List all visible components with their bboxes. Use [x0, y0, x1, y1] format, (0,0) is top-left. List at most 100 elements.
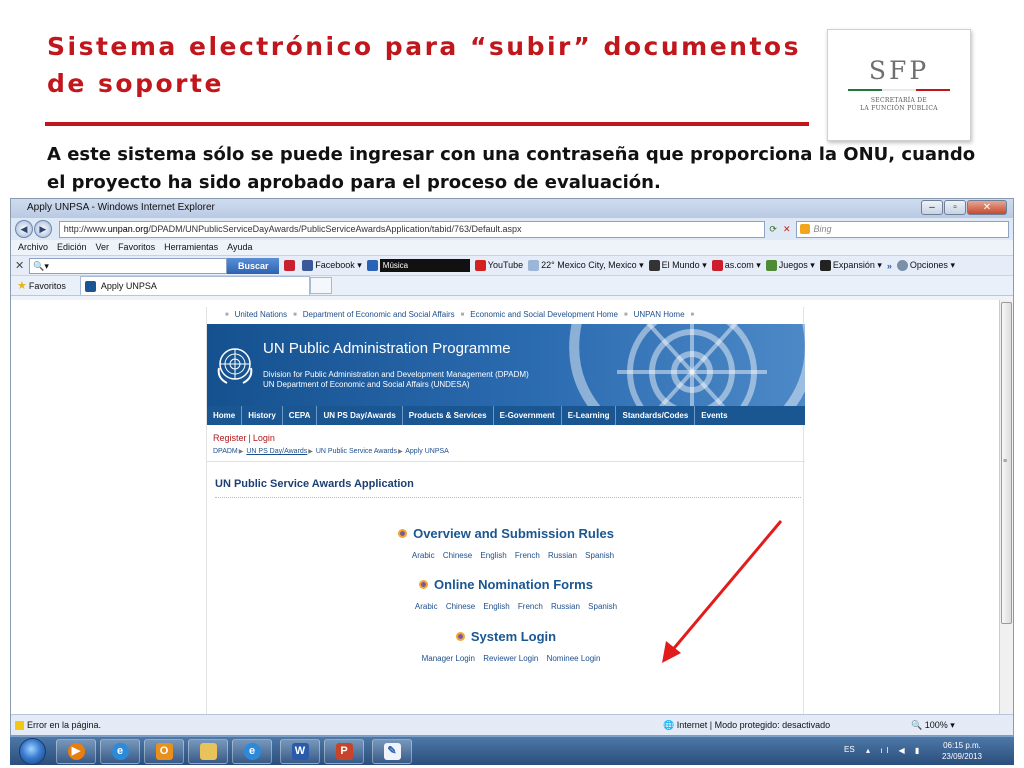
nav-cepa[interactable]: CEPA: [283, 406, 318, 425]
forms-arabic[interactable]: Arabic: [415, 602, 438, 611]
tab-apply-unpsa[interactable]: Apply UNPSA: [79, 276, 310, 295]
warning-icon: [15, 721, 24, 731]
scrollbar-grip-icon: ≡: [1003, 458, 1008, 465]
status-error[interactable]: Error en la página.: [15, 715, 101, 735]
overview-spanish[interactable]: Spanish: [585, 551, 614, 560]
journal-icon: ✎: [383, 743, 401, 760]
unpan-favicon-icon: [84, 280, 96, 292]
toolbar-options[interactable]: Opciones ▾: [896, 260, 955, 272]
overview-russian[interactable]: Russian: [548, 551, 577, 560]
forms-chinese[interactable]: Chinese: [446, 602, 475, 611]
nav-home[interactable]: Home: [207, 406, 243, 425]
minimize-button[interactable]: –: [921, 200, 943, 215]
search-toolbar: ✕ 🔍▾ Buscar Facebook ▾ Música YouTube 22…: [11, 255, 1013, 276]
vertical-scrollbar[interactable]: ≡: [999, 300, 1013, 714]
taskbar-internet-explorer[interactable]: e: [100, 739, 140, 764]
unpan-banner: UN Public Administration Programme Divis…: [207, 324, 805, 406]
reviewer-login-link[interactable]: Reviewer Login: [483, 654, 538, 663]
tray-icons[interactable]: ▴ ıl ◀ ▮: [866, 746, 923, 755]
address-bar: ◀ ▶ http://www.unpan.org/DPADM/UNPublicS…: [11, 218, 1013, 240]
forward-button[interactable]: ▶: [33, 220, 52, 238]
taskbar-media-player[interactable]: ▶: [56, 739, 96, 764]
toolbar-expansion[interactable]: Expansión ▾: [819, 260, 882, 272]
link-desa[interactable]: Department of Economic and Social Affair…: [303, 307, 455, 323]
nominee-login-link[interactable]: Nominee Login: [547, 654, 601, 663]
breadcrumb-ps-awards[interactable]: UN Public Service Awards: [316, 448, 397, 455]
new-tab-button[interactable]: [309, 277, 332, 294]
taskbar-explorer[interactable]: [188, 739, 228, 764]
breadcrumb-apply-unpsa[interactable]: Apply UNPSA: [405, 448, 449, 455]
banner-subtitle-1: Division for Public Administration and D…: [263, 370, 529, 379]
toolbar-elmundo[interactable]: El Mundo ▾: [648, 260, 707, 272]
toolbar-search-input[interactable]: 🔍▾: [29, 257, 228, 274]
link-united-nations[interactable]: United Nations: [235, 307, 287, 323]
taskbar-word[interactable]: W: [280, 739, 320, 764]
forms-spanish[interactable]: Spanish: [588, 602, 617, 611]
register-link[interactable]: Register: [213, 433, 247, 443]
forms-russian[interactable]: Russian: [551, 602, 580, 611]
status-zoom[interactable]: 🔍 100% ▾: [911, 715, 955, 735]
menu-favoritos[interactable]: Favoritos: [118, 240, 155, 255]
nav-ps-day-awards[interactable]: UN PS Day/Awards: [317, 406, 403, 425]
close-toolbar-icon[interactable]: ✕: [15, 259, 24, 272]
toolbar-music[interactable]: Música: [366, 259, 470, 272]
menu-bar: Archivo Edición Ver Favoritos Herramient…: [11, 240, 1013, 255]
link-unpan-home[interactable]: UNPAN Home: [634, 307, 685, 323]
ie-icon: e: [111, 743, 129, 760]
toolbar-more-icon[interactable]: »: [887, 261, 892, 271]
stop-icon[interactable]: ✕: [783, 224, 791, 235]
toolbar-facebook[interactable]: Facebook ▾: [302, 260, 362, 272]
menu-ver[interactable]: Ver: [96, 240, 110, 255]
favorites-bar: ★ Favoritos Apply UNPSA: [11, 276, 1013, 296]
language-indicator[interactable]: ES: [844, 745, 855, 754]
clock[interactable]: 06:15 p.m. 23/09/2013: [932, 740, 992, 762]
ask-icon[interactable]: [284, 260, 297, 272]
taskbar-outlook[interactable]: O: [144, 739, 184, 764]
toolbar-juegos[interactable]: Juegos ▾: [765, 260, 815, 272]
taskbar-internet-explorer-2[interactable]: e: [232, 739, 272, 764]
nav-e-government[interactable]: E-Government: [494, 406, 562, 425]
refresh-icon[interactable]: ⟳: [769, 224, 777, 235]
bing-search-input[interactable]: Bing: [796, 220, 1009, 238]
maximize-button[interactable]: ▫: [944, 200, 966, 215]
menu-edicion[interactable]: Edición: [57, 240, 87, 255]
bullet-icon: [455, 632, 465, 641]
breadcrumb-ps-day-awards[interactable]: UN PS Day/Awards: [246, 448, 307, 455]
forms-french[interactable]: French: [518, 602, 543, 611]
toolbar-ascom[interactable]: as.com ▾: [711, 260, 761, 272]
close-window-button[interactable]: ✕: [967, 200, 1007, 215]
toolbar-youtube[interactable]: YouTube: [474, 260, 523, 272]
overview-chinese[interactable]: Chinese: [443, 551, 472, 560]
menu-herramientas[interactable]: Herramientas: [164, 240, 218, 255]
login-link[interactable]: Login: [253, 433, 275, 443]
nav-standards-codes[interactable]: Standards/Codes: [616, 406, 696, 425]
overview-arabic[interactable]: Arabic: [412, 551, 435, 560]
menu-ayuda[interactable]: Ayuda: [227, 240, 252, 255]
section-title[interactable]: Online Nomination Forms: [434, 577, 593, 592]
section-title[interactable]: Overview and Submission Rules: [413, 526, 614, 541]
nav-e-learning[interactable]: E-Learning: [562, 406, 617, 425]
menu-archivo[interactable]: Archivo: [18, 240, 48, 255]
address-actions: ⟳ ✕: [769, 224, 790, 235]
browser-window: Apply UNPSA - Windows Internet Explorer …: [10, 198, 1014, 736]
overview-french[interactable]: French: [515, 551, 540, 560]
toolbar-weather[interactable]: 22° Mexico City, Mexico ▾: [528, 260, 644, 272]
favorites-button[interactable]: Favoritos: [29, 281, 66, 291]
forms-english[interactable]: English: [483, 602, 509, 611]
start-button[interactable]: [19, 738, 46, 765]
taskbar-powerpoint[interactable]: P: [324, 739, 364, 764]
link-esd-home[interactable]: Economic and Social Development Home: [470, 307, 618, 323]
back-button[interactable]: ◀: [15, 220, 33, 238]
url-input[interactable]: http://www.unpan.org/DPADM/UNPublicServi…: [58, 220, 766, 238]
nav-products-services[interactable]: Products & Services: [403, 406, 494, 425]
windows-taskbar: ▶ e O e W P ✎ ES ▴ ıl ◀ ▮ 06:15 p.m. 23/…: [10, 736, 1014, 765]
section-title[interactable]: System Login: [471, 629, 556, 644]
manager-login-link[interactable]: Manager Login: [422, 654, 475, 663]
nav-events[interactable]: Events: [695, 406, 733, 425]
favorites-star-icon: ★: [17, 280, 27, 292]
overview-english[interactable]: English: [480, 551, 506, 560]
taskbar-journal[interactable]: ✎: [372, 739, 412, 764]
breadcrumb-dpadm[interactable]: DPADM: [213, 448, 238, 455]
toolbar-search-button[interactable]: Buscar: [227, 257, 280, 274]
nav-history[interactable]: History: [242, 406, 283, 425]
